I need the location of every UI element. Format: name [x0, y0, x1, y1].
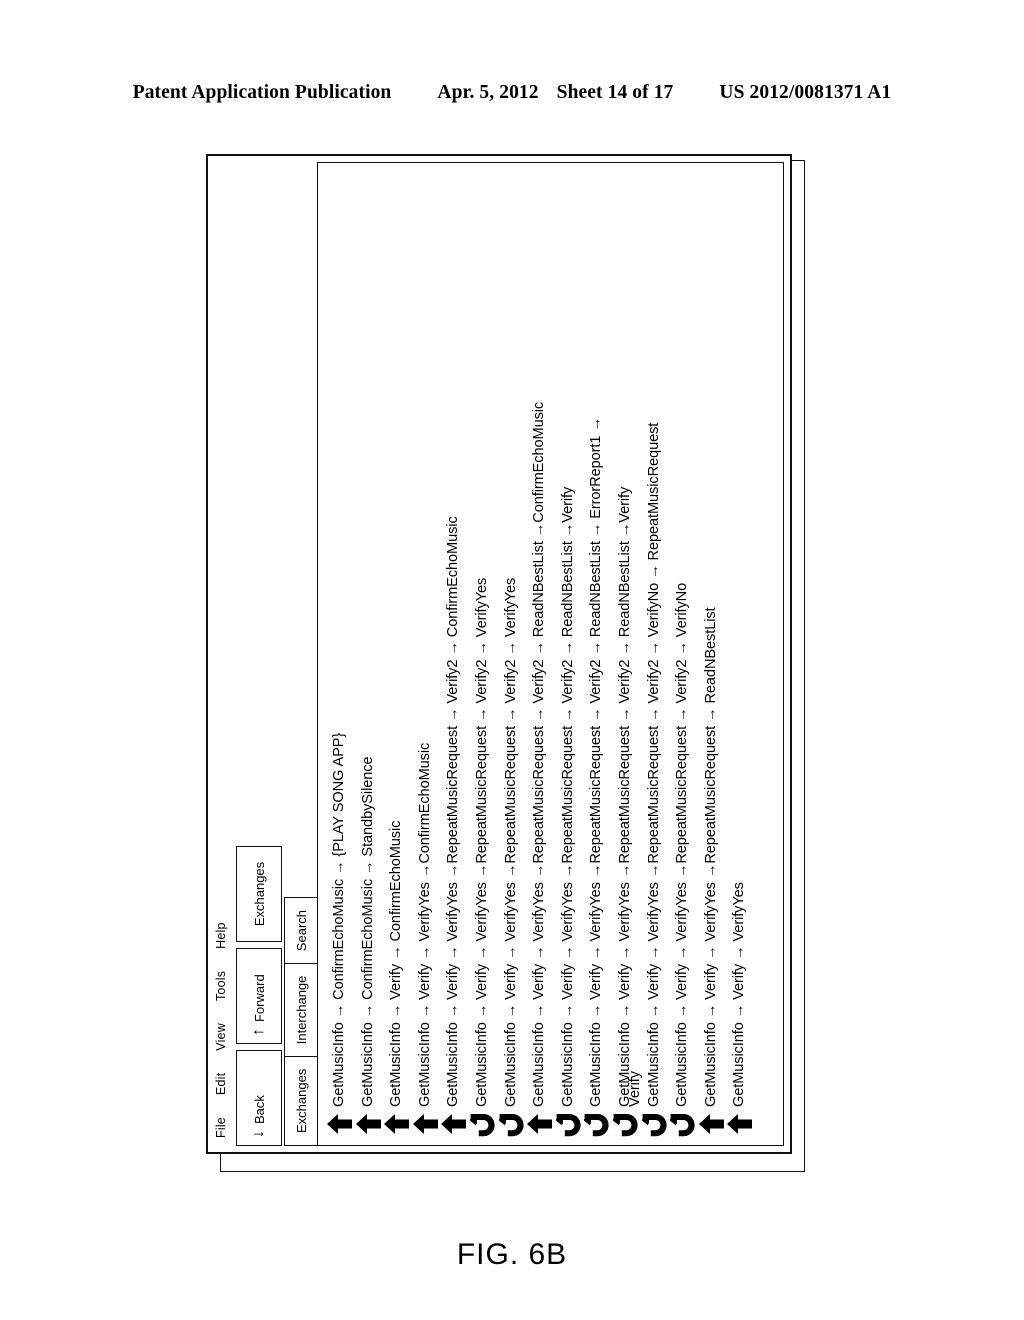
arrow-curved-icon	[612, 1107, 639, 1141]
exchange-row[interactable]: GetMusicInfo → Verify → VerifyYes →Repea…	[641, 163, 670, 1141]
exchange-row-text: GetMusicInfo → Verify → VerifyYes →Repea…	[445, 516, 462, 1107]
figure-body: 670 680 File Edit View Tools Help ↓ Bac	[202, 140, 822, 1180]
exchange-row-text: GetMusicInfo → Verify → VerifyYes →Repea…	[702, 607, 719, 1108]
exchange-row[interactable]: GetMusicInfo → ConfirmEchoMusic → {PLAY …	[326, 163, 355, 1141]
exchange-row-text: GetMusicInfo → ConfirmEchoMusic → Standb…	[359, 756, 376, 1107]
exchange-row[interactable]: GetMusicInfo → Verify → VerifyYes →Repea…	[469, 163, 498, 1141]
arrow-straight-icon	[526, 1107, 553, 1141]
exchange-row-text: GetMusicInfo → Verify → VerifyYes →Repea…	[588, 417, 605, 1107]
arrow-straight-icon	[326, 1107, 352, 1141]
exchange-row[interactable]: GetMusicInfo → Verify → ConfirmEchoMusic	[383, 163, 412, 1141]
publication-label: Patent Application Publication	[132, 82, 392, 103]
menu-item-help[interactable]: Help	[214, 922, 228, 949]
back-button-label: Back	[251, 1095, 267, 1124]
tab-interchange[interactable]: Interchange	[284, 962, 318, 1058]
arrow-straight-icon	[726, 1107, 753, 1141]
arrow-straight-icon	[383, 1107, 410, 1141]
exchange-row-text: GetMusicInfo → Verify → VerifyYes →Repea…	[674, 582, 691, 1107]
exchange-row[interactable]: GetMusicInfo → Verify → VerifyYes →Repea…	[440, 163, 469, 1141]
exchange-row[interactable]: GetMusicInfo → Verify → VerifyYes →Repea…	[612, 163, 641, 1141]
arrow-curved-icon	[498, 1107, 525, 1141]
exchange-row-text: GetMusicInfo → ConfirmEchoMusic → {PLAY …	[331, 732, 347, 1107]
exchange-row[interactable]: GetMusicInfo → Verify → VerifyYes →Repea…	[698, 163, 727, 1141]
tab-interchange-label: Interchange	[294, 975, 309, 1045]
exchange-row[interactable]: GetMusicInfo → Verify → VerifyYes →Repea…	[526, 163, 555, 1141]
exchange-row-continuation-text: Verify	[626, 1071, 643, 1107]
tab-search[interactable]: Search	[284, 896, 318, 965]
exchange-row[interactable]: GetMusicInfo → Verify → VerifyYes →Repea…	[555, 163, 584, 1141]
exchange-row[interactable]: GetMusicInfo → ConfirmEchoMusic → Standb…	[355, 163, 384, 1141]
exchange-row-text: GetMusicInfo → Verify → VerifyYes	[731, 882, 748, 1107]
patent-running-header: Patent Application Publication Apr. 5, 2…	[0, 82, 1024, 104]
tab-exchanges-label: Exchanges	[294, 1068, 309, 1133]
patent-number: US 2012/0081371 A1	[719, 82, 892, 103]
exchange-row-text: GetMusicInfo → Verify → VerifyYes →Confi…	[416, 742, 433, 1107]
menu-item-view[interactable]: View	[214, 1023, 228, 1051]
menu-item-edit[interactable]: Edit	[214, 1073, 228, 1095]
back-button[interactable]: ↓ Back	[236, 1050, 282, 1146]
figure-caption: FIG. 6B	[456, 1238, 568, 1271]
arrow-straight-icon	[698, 1107, 724, 1141]
arrow-curved-icon	[583, 1107, 610, 1141]
tab-search-label: Search	[294, 909, 309, 952]
sheet-number: Sheet 14 of 17	[556, 82, 674, 103]
exchange-row-text: GetMusicInfo → Verify → ConfirmEchoMusic	[388, 820, 405, 1107]
arrow-straight-icon	[412, 1107, 438, 1141]
exchanges-button[interactable]: Exchanges	[236, 846, 282, 942]
exchange-row[interactable]: GetMusicInfo → Verify → VerifyYes	[726, 163, 755, 1141]
tab-strip: Exchanges Interchange Search	[284, 896, 318, 1146]
arrow-straight-icon	[355, 1107, 381, 1141]
exchanges-content-pane[interactable]: GetMusicInfo → ConfirmEchoMusic → {PLAY …	[317, 162, 784, 1146]
arrow-curved-icon	[641, 1107, 668, 1141]
arrow-straight-icon	[440, 1107, 467, 1141]
exchange-list: GetMusicInfo → ConfirmEchoMusic → {PLAY …	[322, 163, 783, 1145]
exchange-row-text: GetMusicInfo → Verify → VerifyYes →Repea…	[531, 401, 548, 1107]
tab-exchanges[interactable]: Exchanges	[284, 1055, 318, 1146]
menu-item-tools[interactable]: Tools	[214, 971, 228, 1001]
exchange-row-text: GetMusicInfo → Verify → VerifyYes →Repea…	[473, 577, 490, 1107]
arrow-up-icon: ↑	[250, 1028, 267, 1036]
exchange-row[interactable]: GetMusicInfo → Verify → VerifyYes →Repea…	[583, 163, 612, 1141]
exchange-row[interactable]: GetMusicInfo → Verify → VerifyYes →Confi…	[412, 163, 441, 1141]
arrow-curved-icon	[555, 1107, 582, 1141]
arrow-curved-icon	[469, 1107, 496, 1141]
exchange-row-text: GetMusicInfo → Verify → VerifyYes →Repea…	[559, 486, 576, 1107]
menu-item-file[interactable]: File	[214, 1117, 228, 1138]
exchanges-button-label: Exchanges	[251, 861, 267, 927]
menu-bar: File Edit View Tools Help	[208, 156, 234, 1152]
forward-button[interactable]: ↑ Forward	[236, 948, 282, 1044]
exchange-row-text: GetMusicInfo → Verify → VerifyYes →Repea…	[616, 486, 633, 1107]
exchange-row[interactable]: GetMusicInfo → Verify → VerifyYes →Repea…	[498, 163, 527, 1141]
toolbar: ↓ Back ↑ Forward Exchanges	[236, 846, 282, 1146]
application-window: File Edit View Tools Help ↓ Back ↑ Forwa…	[206, 154, 792, 1154]
exchange-row[interactable]: GetMusicInfo → Verify → VerifyYes →Repea…	[669, 163, 698, 1141]
arrow-down-icon: ↓	[250, 1130, 267, 1138]
arrow-curved-icon	[669, 1107, 696, 1141]
exchange-row-text: GetMusicInfo → Verify → VerifyYes →Repea…	[502, 577, 519, 1107]
forward-button-label: Forward	[251, 974, 267, 1022]
exchange-row-text: GetMusicInfo → Verify → VerifyYes →Repea…	[645, 422, 662, 1107]
publication-date: Apr. 5, 2012	[437, 82, 539, 103]
